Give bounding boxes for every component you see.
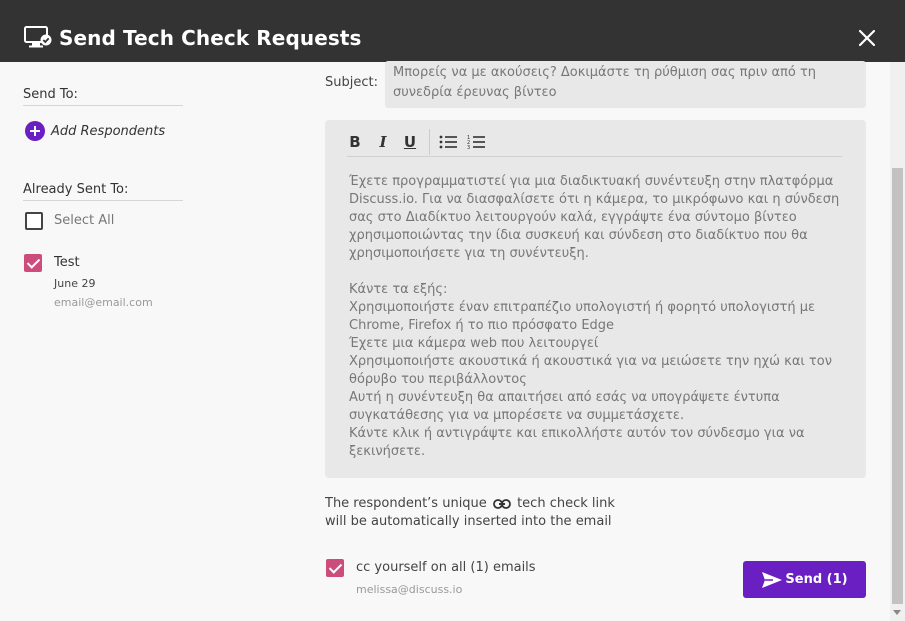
send-icon (762, 571, 783, 588)
recipient-name: Test (54, 255, 80, 270)
link-icon (493, 498, 511, 509)
already-sent-label: Already Sent To: (23, 182, 183, 201)
link-info-text: The respondent’s unique tech check link … (325, 495, 615, 531)
send-button-label: Send (1) (785, 572, 848, 587)
info-line2: will be automatically inserted into the … (325, 514, 612, 529)
info-line1-start: The respondent’s unique (325, 496, 487, 511)
close-icon[interactable] (858, 29, 876, 47)
select-all-checkbox[interactable] (25, 212, 43, 230)
recipient-checkbox[interactable] (24, 254, 42, 272)
info-line1-end: tech check link (517, 496, 615, 511)
add-circle-icon (25, 121, 45, 141)
numbered-list-icon[interactable]: 1 2 3 (467, 134, 485, 150)
monitor-check-icon (24, 26, 52, 48)
send-button[interactable]: Send (1) (743, 561, 866, 598)
cc-label: cc yourself on all (1) emails (356, 560, 536, 575)
add-respondents-button[interactable]: Add Respondents (25, 121, 165, 141)
modal-header: Send Tech Check Requests (0, 0, 905, 62)
scroll-down-icon[interactable] (893, 610, 901, 615)
recipient-email: email@email.com (54, 296, 153, 309)
scrollbar[interactable] (890, 62, 905, 621)
tech-check-modal: Send Tech Check Requests Send To: Add Re… (0, 0, 905, 621)
modal-title: Send Tech Check Requests (59, 26, 362, 50)
bold-button[interactable]: B (347, 131, 363, 153)
recipients-panel (0, 62, 200, 621)
email-body-text: Έχετε προγραμματιστεί για μια διαδικτυακ… (349, 174, 840, 459)
editor-toolbar: B I U 1 2 3 (347, 129, 842, 157)
recipient-date: June 29 (54, 277, 96, 290)
underline-button[interactable]: U (402, 131, 418, 153)
svg-text:3: 3 (467, 145, 470, 150)
send-to-label: Send To: (23, 87, 183, 106)
subject-label: Subject: (325, 75, 378, 90)
select-all-label: Select All (54, 213, 115, 228)
subject-input[interactable]: Μπορείς να με ακούσεις? Δοκιμάστε τη ρύθ… (385, 61, 866, 108)
scrollbar-thumb[interactable] (892, 168, 903, 604)
bullet-list-icon[interactable] (439, 134, 457, 150)
italic-button[interactable]: I (375, 131, 391, 153)
toolbar-divider (429, 129, 430, 155)
cc-email: melissa@discuss.io (356, 583, 463, 596)
cc-checkbox[interactable] (326, 559, 344, 577)
add-respondents-label: Add Respondents (51, 123, 166, 139)
email-body-editor[interactable]: B I U 1 2 3 Έχετε προγραμματιστεί για μι… (325, 120, 866, 478)
